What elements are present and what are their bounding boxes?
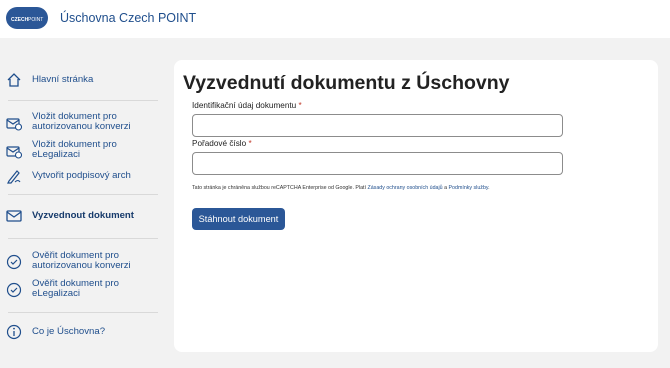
- sidebar-item-verify-conversion[interactable]: Ověřit dokument pro autorizovanou konver…: [0, 251, 160, 273]
- sidebar-item-label: Vytvořit podpisový arch: [32, 170, 131, 181]
- envelope-icon: [6, 210, 22, 222]
- mail-upload-icon: [6, 146, 22, 159]
- app-title[interactable]: Úschovna Czech POINT: [60, 11, 196, 25]
- check-circle-icon: [6, 254, 22, 270]
- sidebar-item-home[interactable]: Hlavní stránka: [0, 72, 160, 88]
- required-mark: *: [248, 139, 252, 148]
- pen-signature-icon: [7, 170, 21, 184]
- sidebar-item-label: Co je Úschovna?: [32, 326, 106, 337]
- document-id-input[interactable]: [192, 114, 563, 137]
- sidebar-item-label: Hlavní stránka: [32, 74, 94, 85]
- home-icon: [7, 73, 21, 87]
- svg-text:POINT: POINT: [28, 17, 43, 23]
- divider: [8, 194, 158, 195]
- sidebar-item-label: Vyzvednout dokument: [32, 210, 134, 221]
- order-number-input[interactable]: [192, 152, 563, 175]
- mail-upload-icon: [6, 118, 22, 131]
- info-icon: [6, 324, 22, 340]
- sidebar-item-insert-elegalization[interactable]: Vložit dokument pro eLegalizaci: [0, 140, 160, 162]
- czech-point-logo[interactable]: CZECH POINT: [6, 7, 48, 29]
- document-id-label: Identifikační údaj dokumentu *: [192, 101, 302, 110]
- terms-of-service-link[interactable]: Podmínky služby: [449, 185, 489, 191]
- sidebar-item-label: Vložit dokument pro autorizovanou konver…: [32, 111, 131, 132]
- divider: [8, 312, 158, 313]
- download-document-button[interactable]: Stáhnout dokument: [192, 208, 285, 230]
- privacy-policy-link[interactable]: Zásady ochrany osobních údajů: [368, 185, 443, 191]
- recaptcha-notice: Tato stránka je chráněna službou reCAPTC…: [192, 185, 490, 191]
- sidebar-nav: Hlavní stránka Vložit dokument pro autor…: [0, 58, 160, 358]
- sidebar-item-label: Vložit dokument pro eLegalizaci: [32, 139, 117, 160]
- sidebar-item-create-signature-sheet[interactable]: Vytvořit podpisový arch: [0, 168, 160, 184]
- sidebar-item-label: Ověřit dokument pro autorizovanou konver…: [32, 250, 131, 271]
- app-header: CZECH POINT Úschovna Czech POINT: [0, 0, 670, 38]
- sidebar-item-label: Ověřit dokument pro eLegalizaci: [32, 278, 119, 299]
- order-number-label: Pořadové číslo *: [192, 139, 252, 148]
- svg-text:CZECH: CZECH: [11, 17, 29, 23]
- sidebar-item-insert-conversion[interactable]: Vložit dokument pro autorizovanou konver…: [0, 112, 160, 134]
- check-circle-icon: [6, 282, 22, 298]
- divider: [8, 100, 158, 101]
- required-mark: *: [298, 101, 302, 110]
- sidebar-item-about[interactable]: Co je Úschovna?: [0, 324, 160, 340]
- sidebar-item-verify-elegalization[interactable]: Ověřit dokument pro eLegalizaci: [0, 279, 160, 301]
- sidebar-item-pickup-document[interactable]: Vyzvednout dokument: [0, 208, 160, 224]
- divider: [8, 238, 158, 239]
- page-title: Vyzvednutí dokumentu z Úschovny: [183, 72, 510, 94]
- main-card: Vyzvednutí dokumentu z Úschovny Identifi…: [174, 60, 658, 352]
